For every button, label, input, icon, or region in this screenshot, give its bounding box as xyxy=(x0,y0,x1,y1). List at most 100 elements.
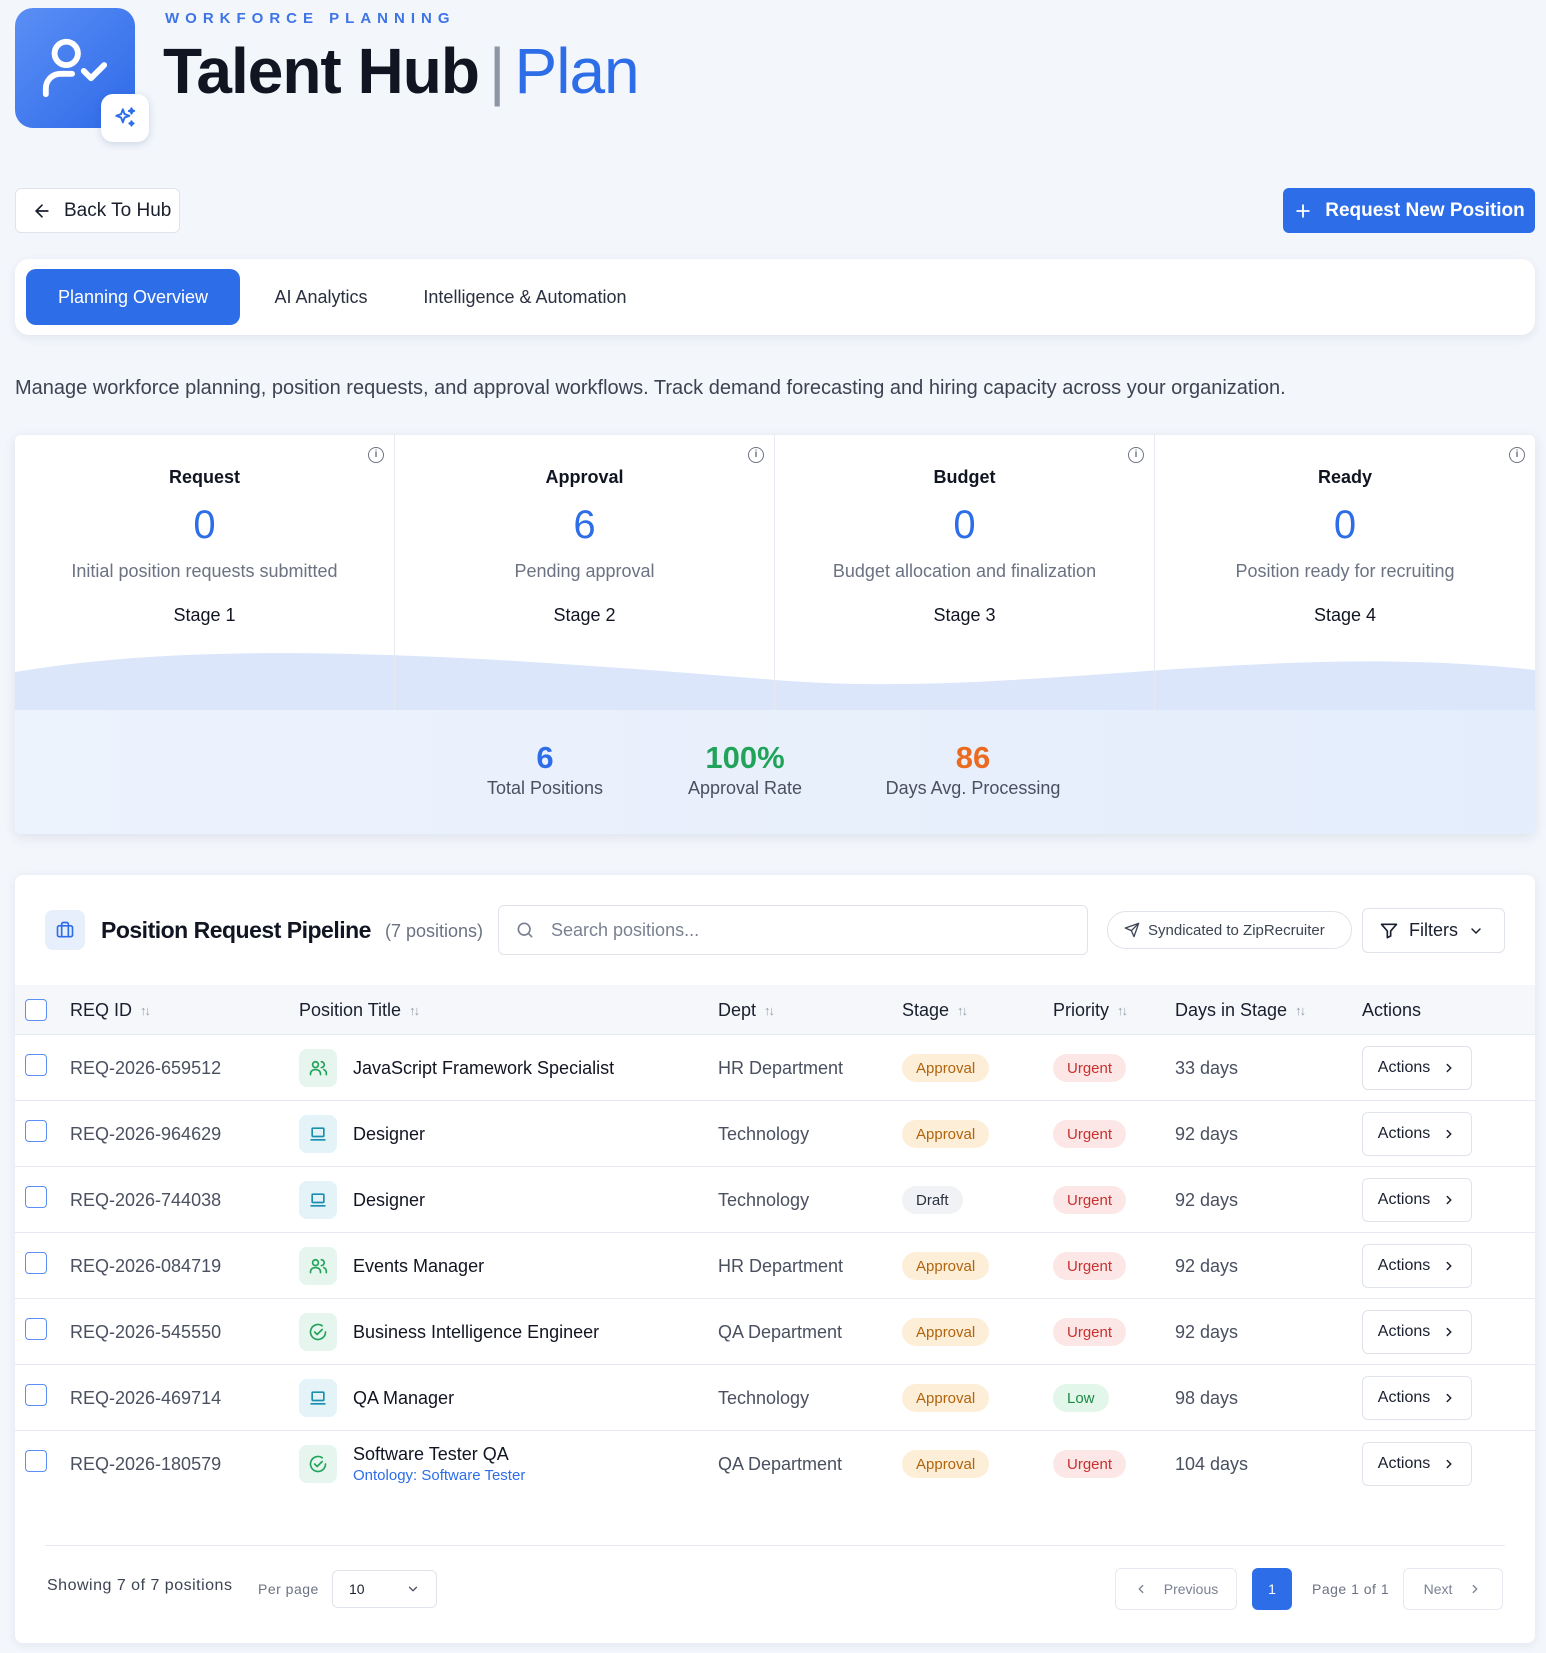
stage-count: 0 xyxy=(953,503,976,547)
syndicated-ziprecruiter-badge[interactable]: Syndicated to ZipRecruiter xyxy=(1107,911,1352,949)
pipeline-title: Position Request Pipeline xyxy=(101,917,371,943)
position-title[interactable]: Designer xyxy=(299,1167,425,1233)
table-row[interactable]: REQ-2026-744038 Designer Technology Draf… xyxy=(15,1167,1535,1233)
syndicated-label: Syndicated to ZipRecruiter xyxy=(1148,921,1325,939)
tab-planning-overview[interactable]: Planning Overview xyxy=(26,269,240,325)
position-title[interactable]: Designer xyxy=(299,1101,425,1167)
stage-badge: Approval xyxy=(902,1450,990,1478)
req-id: REQ-2026-084719 xyxy=(70,1255,222,1276)
row-checkbox[interactable] xyxy=(25,1120,47,1142)
col-label: Dept xyxy=(718,999,757,1020)
stage-step: Stage 4 xyxy=(1313,605,1377,625)
actions-button[interactable]: Actions xyxy=(1362,1442,1472,1486)
actions-button[interactable]: Actions xyxy=(1362,1376,1472,1420)
col-req-id[interactable]: REQ ID ↑↓ xyxy=(70,985,151,1035)
stage-card-request[interactable]: i Request 0 Initial position requests su… xyxy=(15,435,395,710)
stage-count: 0 xyxy=(1333,503,1357,547)
row-checkbox[interactable] xyxy=(25,1252,47,1274)
position-request-pipeline: Position Request Pipeline (7 positions) … xyxy=(15,875,1535,1643)
info-icon[interactable]: i xyxy=(368,447,384,463)
table-row[interactable]: REQ-2026-084719 Events Manager HR Depart… xyxy=(15,1233,1535,1299)
col-label: Position Title xyxy=(299,999,402,1020)
row-checkbox[interactable] xyxy=(25,1450,47,1472)
title-main: Talent Hub xyxy=(163,35,480,107)
row-checkbox[interactable] xyxy=(25,1054,47,1076)
row-checkbox[interactable] xyxy=(25,1186,47,1208)
sparkle-badge xyxy=(101,94,149,142)
check-circle-icon xyxy=(299,1313,337,1351)
days-in-stage: 98 days xyxy=(1175,1387,1239,1408)
request-new-position-button[interactable]: Request New Position xyxy=(1283,188,1535,233)
back-to-hub-button[interactable]: Back To Hub xyxy=(15,188,180,233)
dept: QA Department xyxy=(718,1321,843,1342)
row-checkbox[interactable] xyxy=(25,1318,47,1340)
filters-button[interactable]: Filters xyxy=(1362,908,1505,953)
stage-badge: Approval xyxy=(902,1384,990,1412)
ontology-link[interactable]: Ontology: Software Tester xyxy=(353,1467,525,1484)
page-1-button[interactable]: 1 xyxy=(1252,1568,1292,1610)
actions-button[interactable]: Actions xyxy=(1362,1244,1472,1288)
search-input[interactable] xyxy=(551,919,1071,941)
position-title[interactable]: Events Manager xyxy=(299,1233,484,1299)
table-row[interactable]: REQ-2026-964629 Designer Technology Appr… xyxy=(15,1101,1535,1167)
per-page-select[interactable]: 10 xyxy=(332,1570,437,1608)
info-icon[interactable]: i xyxy=(1128,447,1144,463)
col-stage[interactable]: Stage ↑↓ xyxy=(902,985,968,1035)
stage-count: 0 xyxy=(193,503,216,547)
position-title[interactable]: Business Intelligence Engineer xyxy=(299,1299,599,1365)
col-days-in-stage[interactable]: Days in Stage ↑↓ xyxy=(1175,985,1306,1035)
position-title-text: Software Tester QA xyxy=(353,1444,509,1464)
col-label: Stage xyxy=(902,999,950,1020)
actions-label: Actions xyxy=(1377,1191,1431,1208)
col-position-title[interactable]: Position Title ↑↓ xyxy=(299,985,420,1035)
priority-badge: Urgent xyxy=(1053,1120,1127,1148)
col-label: Actions xyxy=(1362,999,1422,1020)
priority-cell: Urgent xyxy=(1053,1299,1127,1365)
stage-card-budget[interactable]: i Budget 0 Budget allocation and finaliz… xyxy=(775,435,1155,710)
per-page-label: Per page xyxy=(258,1581,319,1597)
position-title[interactable]: JavaScript Framework Specialist xyxy=(299,1035,614,1101)
actions-button[interactable]: Actions xyxy=(1362,1178,1472,1222)
filter-icon xyxy=(1380,923,1398,938)
select-all-checkbox[interactable] xyxy=(25,999,47,1021)
priority-cell: Low xyxy=(1053,1365,1109,1431)
table-row[interactable]: REQ-2026-545550 Business Intelligence En… xyxy=(15,1299,1535,1365)
priority-badge: Urgent xyxy=(1053,1252,1127,1280)
laptop-icon xyxy=(299,1379,337,1417)
arrow-left-icon xyxy=(35,203,49,218)
stage-card-approval[interactable]: i Approval 6 Pending approval Stage 2 xyxy=(395,435,775,710)
actions-button[interactable]: Actions xyxy=(1362,1310,1472,1354)
stage-cell: Approval xyxy=(902,1431,990,1497)
info-icon[interactable]: i xyxy=(1509,447,1525,463)
row-checkbox[interactable] xyxy=(25,1384,47,1406)
app-header: WORKFORCE PLANNING Talent Hub | Plan xyxy=(15,8,915,148)
stage-cell: Approval xyxy=(902,1035,990,1101)
stage-description: Pending approval xyxy=(514,561,655,581)
position-title[interactable]: QA Manager xyxy=(299,1365,454,1431)
tab-ai-analytics[interactable]: AI Analytics xyxy=(260,269,382,325)
stage-badge: Draft xyxy=(902,1186,963,1214)
info-icon[interactable]: i xyxy=(748,447,764,463)
search-box[interactable] xyxy=(498,905,1088,955)
position-title[interactable]: Software Tester QA Ontology: Software Te… xyxy=(299,1431,525,1497)
next-page-button[interactable]: Next xyxy=(1403,1568,1503,1610)
col-priority[interactable]: Priority ↑↓ xyxy=(1053,985,1128,1035)
back-to-hub-label: Back To Hub xyxy=(64,199,172,221)
tab-intelligence-automation[interactable]: Intelligence & Automation xyxy=(405,269,645,325)
table-row[interactable]: REQ-2026-180579 Software Tester QA Ontol… xyxy=(15,1431,1535,1497)
table-row[interactable]: REQ-2026-659512 JavaScript Framework Spe… xyxy=(15,1035,1535,1101)
priority-cell: Urgent xyxy=(1053,1035,1127,1101)
send-icon xyxy=(1124,922,1140,938)
next-label: Next xyxy=(1423,1581,1453,1597)
actions-button[interactable]: Actions xyxy=(1362,1046,1472,1090)
stage-step: Stage 1 xyxy=(173,605,236,625)
stage-card-ready[interactable]: i Ready 0 Position ready for recruiting … xyxy=(1155,435,1535,710)
table-row[interactable]: REQ-2026-469714 QA Manager Technology Ap… xyxy=(15,1365,1535,1431)
actions-button[interactable]: Actions xyxy=(1362,1112,1472,1156)
dept: Technology xyxy=(718,1123,810,1144)
col-dept[interactable]: Dept ↑↓ xyxy=(718,985,775,1035)
page-title: Talent Hub | Plan xyxy=(163,34,640,108)
chevron-left-icon xyxy=(1138,1584,1144,1594)
previous-page-button[interactable]: Previous xyxy=(1115,1568,1237,1610)
briefcase-icon-wrap xyxy=(45,910,85,950)
